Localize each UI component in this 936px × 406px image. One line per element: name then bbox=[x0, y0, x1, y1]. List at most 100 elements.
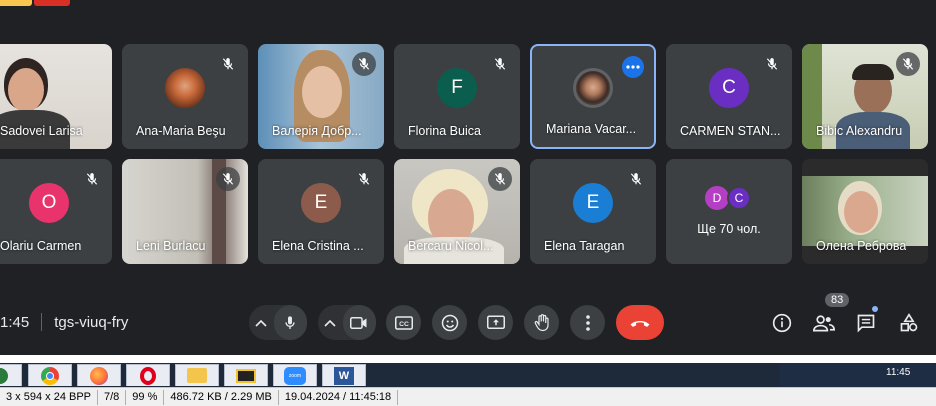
participant-name: Ana-Maria Beşu bbox=[136, 124, 226, 138]
mic-off-icon bbox=[896, 52, 920, 76]
zoom-icon[interactable]: zoom bbox=[273, 364, 317, 386]
meeting-info: 1:45 tgs-viuq-fry bbox=[0, 313, 128, 331]
participant-tile[interactable]: C CARMEN STAN... bbox=[666, 44, 792, 149]
viewer-icon[interactable] bbox=[224, 364, 268, 386]
participant-name: Elena Taragan bbox=[544, 239, 625, 253]
captions-icon: CC bbox=[394, 315, 413, 330]
divider bbox=[41, 313, 43, 331]
status-datetime: 19.04.2024 / 11:45:18 bbox=[279, 389, 399, 405]
participant-tile[interactable]: E Elena Taragan bbox=[530, 159, 656, 264]
activities-icon bbox=[900, 313, 918, 332]
microphone-icon bbox=[285, 315, 296, 329]
participant-name: Bercaru Nicol... bbox=[408, 239, 494, 253]
participant-tile[interactable]: O Olariu Carmen bbox=[0, 159, 112, 264]
system-tray: 11:45 bbox=[780, 363, 936, 387]
participant-tile[interactable]: Олена Реброва bbox=[802, 159, 928, 264]
present-button[interactable] bbox=[478, 305, 513, 340]
avatar: O bbox=[29, 182, 69, 223]
participant-tile[interactable]: Валерія Добр... bbox=[258, 44, 384, 149]
avatar: C bbox=[727, 186, 751, 210]
participant-name: Sadovei Larisa bbox=[0, 124, 83, 138]
raise-hand-icon bbox=[534, 313, 549, 331]
mic-split-control bbox=[249, 305, 307, 340]
participant-tile[interactable]: Bercaru Nicol... bbox=[394, 159, 520, 264]
participant-tile[interactable]: Ana-Maria Beşu bbox=[122, 44, 248, 149]
participant-name: Florina Buica bbox=[408, 124, 481, 138]
mic-off-icon bbox=[352, 167, 376, 191]
participant-name: Olariu Carmen bbox=[0, 239, 82, 253]
mic-off-icon bbox=[216, 52, 240, 76]
word-icon[interactable]: W bbox=[322, 364, 366, 386]
avatar: E bbox=[573, 182, 613, 223]
participant-name: Bibic Alexandru bbox=[816, 124, 903, 138]
emoji-button[interactable] bbox=[432, 305, 467, 340]
participant-name: Leni Burlacu bbox=[136, 239, 206, 253]
others-tile[interactable]: D C Ще 70 чол. bbox=[666, 159, 792, 264]
screen-divider bbox=[0, 355, 936, 363]
caret-up-icon[interactable] bbox=[318, 305, 343, 340]
participant-tile[interactable]: Leni Burlacu bbox=[122, 159, 248, 264]
mic-off-icon bbox=[624, 167, 648, 191]
info-icon bbox=[772, 313, 792, 333]
more-options-button[interactable] bbox=[570, 305, 605, 340]
participant-tile[interactable]: E Elena Cristina ... bbox=[258, 159, 384, 264]
taskbar-start-icon[interactable] bbox=[0, 364, 22, 386]
meeting-code: tgs-viuq-fry bbox=[54, 313, 129, 331]
avatar: E bbox=[301, 182, 341, 223]
participant-name: Elena Cristina ... bbox=[272, 239, 364, 253]
top-red-button[interactable] bbox=[34, 0, 70, 6]
participant-tile[interactable]: Bibic Alexandru bbox=[802, 44, 928, 149]
microphone-button[interactable] bbox=[273, 305, 307, 340]
mic-off-icon bbox=[352, 52, 376, 76]
present-icon bbox=[486, 315, 505, 329]
svg-text:CC: CC bbox=[399, 321, 409, 328]
mic-off-icon bbox=[80, 167, 104, 191]
caret-up-icon[interactable] bbox=[249, 305, 274, 340]
mic-off-icon bbox=[488, 167, 512, 191]
firefox-icon[interactable] bbox=[77, 364, 121, 386]
end-call-icon bbox=[630, 320, 650, 327]
avatar: D bbox=[705, 186, 729, 210]
activities-button[interactable] bbox=[895, 309, 923, 337]
meeting-time: 1:45 bbox=[0, 313, 30, 331]
top-yellow-button[interactable] bbox=[0, 0, 32, 6]
chrome-icon[interactable] bbox=[28, 364, 72, 386]
captions-button[interactable]: CC bbox=[386, 305, 421, 340]
people-count-badge: 83 bbox=[825, 293, 850, 307]
opera-icon[interactable] bbox=[126, 364, 170, 386]
mic-off-icon bbox=[488, 52, 512, 76]
mic-off-icon bbox=[760, 52, 784, 76]
avatar bbox=[165, 67, 205, 108]
participant-name: CARMEN STAN... bbox=[680, 124, 781, 138]
folder-icon[interactable] bbox=[175, 364, 219, 386]
end-call-button[interactable] bbox=[616, 305, 664, 340]
viewer-status-bar: 3 x 594 x 24 BPP 7/8 99 % 486.72 KB / 2.… bbox=[0, 387, 936, 406]
windows-taskbar: zoom W 11:45 bbox=[0, 363, 936, 387]
participant-tile[interactable]: F Florina Buica bbox=[394, 44, 520, 149]
taskbar-clock: 11:45 bbox=[886, 367, 911, 378]
avatar bbox=[573, 67, 613, 108]
mic-off-icon bbox=[216, 167, 240, 191]
status-size: 486.72 KB / 2.29 MB bbox=[164, 389, 279, 405]
camera-button[interactable] bbox=[342, 305, 376, 340]
meet-window: Sadovei Larisa Ana-Maria Beşu Валерія До… bbox=[0, 0, 936, 406]
avatar: F bbox=[437, 67, 477, 108]
status-zoom: 99 % bbox=[126, 389, 165, 405]
info-button[interactable] bbox=[768, 309, 796, 337]
people-button[interactable] bbox=[810, 309, 838, 337]
more-options-icon bbox=[585, 314, 590, 331]
participant-name: Валерія Добр... bbox=[272, 124, 362, 138]
participant-tile[interactable]: Sadovei Larisa bbox=[0, 44, 112, 149]
participant-name: Олена Реброва bbox=[816, 239, 907, 253]
more-options-icon[interactable] bbox=[622, 56, 644, 78]
participant-tile-active[interactable]: Mariana Vacar... bbox=[530, 44, 656, 149]
avatar: C bbox=[709, 67, 749, 108]
chat-icon bbox=[857, 314, 875, 333]
raise-hand-button[interactable] bbox=[524, 305, 559, 340]
camera-icon bbox=[350, 316, 367, 329]
status-dimensions: 3 x 594 x 24 BPP bbox=[0, 389, 98, 405]
camera-split-control bbox=[318, 305, 376, 340]
chat-button[interactable] bbox=[852, 309, 880, 337]
emoji-icon bbox=[441, 314, 458, 331]
people-icon bbox=[813, 315, 835, 332]
